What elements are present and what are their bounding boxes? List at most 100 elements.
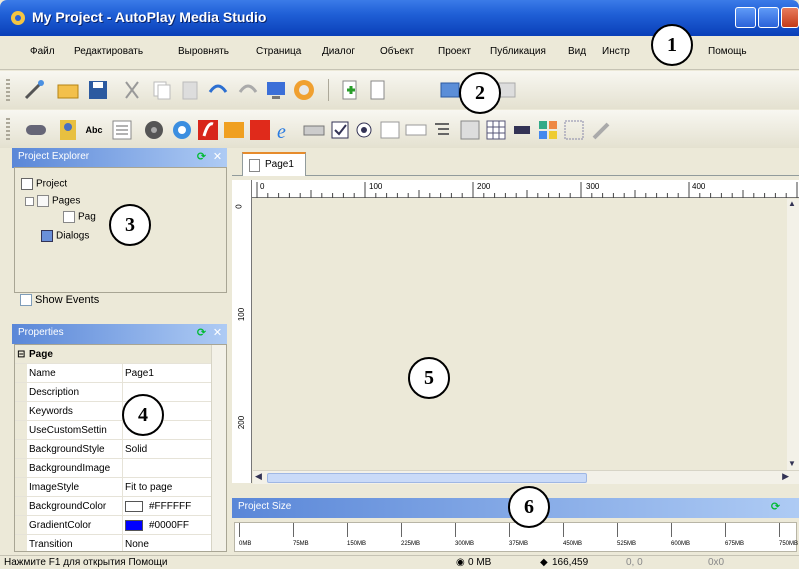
- property-row[interactable]: ImageStyle Fit to page: [15, 478, 211, 497]
- toolbar-grip[interactable]: [6, 118, 10, 140]
- page-icon: [249, 159, 260, 172]
- horizontal-scrollbar[interactable]: ◀ ▶: [253, 470, 799, 484]
- property-section[interactable]: ⊟ Page: [15, 345, 211, 364]
- scroll-down-icon[interactable]: ▼: [788, 459, 796, 468]
- menu-page[interactable]: Страница: [256, 46, 301, 57]
- paste-icon[interactable]: [178, 78, 202, 102]
- tree-item-dialogs[interactable]: Dialogs: [41, 230, 89, 242]
- pencil-icon[interactable]: [590, 118, 614, 142]
- redo-icon[interactable]: [236, 78, 260, 102]
- tree-item-pages[interactable]: Pages: [25, 195, 80, 207]
- pin-icon[interactable]: ⟳: [768, 500, 783, 515]
- checkbox-object-icon[interactable]: [328, 118, 352, 142]
- size-tick-label: 675MB: [725, 541, 745, 547]
- button-object-icon[interactable]: [24, 118, 48, 142]
- size-tick: [293, 523, 294, 537]
- maximize-button[interactable]: [758, 7, 779, 28]
- property-row[interactable]: Name Page1: [15, 364, 211, 383]
- slideshow-object-icon[interactable]: [222, 118, 246, 142]
- property-row[interactable]: BackgroundImage: [15, 459, 211, 478]
- svg-text:e: e: [277, 121, 286, 142]
- show-events-checkbox[interactable]: Show Events: [20, 294, 99, 307]
- menu-dialog[interactable]: Диалог: [322, 46, 355, 57]
- wand-icon[interactable]: [22, 78, 46, 102]
- property-row[interactable]: Description: [15, 383, 211, 402]
- open-folder-icon[interactable]: [56, 78, 80, 102]
- grid-object-icon[interactable]: [484, 118, 508, 142]
- size-tick-label: 0MB: [239, 541, 252, 547]
- toolbar-grip[interactable]: [6, 79, 10, 101]
- menu-help[interactable]: Помощь: [708, 46, 747, 57]
- size-tick-label: 450MB: [563, 541, 583, 547]
- quicktime-object-icon[interactable]: [170, 118, 194, 142]
- page-canvas[interactable]: [253, 199, 787, 470]
- menu-file[interactable]: Файл: [30, 46, 55, 57]
- close-icon[interactable]: ✕: [210, 150, 225, 165]
- paragraph-object-icon[interactable]: [110, 118, 134, 142]
- color-swatch[interactable]: [125, 520, 143, 531]
- collapse-icon[interactable]: ⊟: [17, 349, 25, 360]
- radio-object-icon[interactable]: [352, 118, 376, 142]
- properties-header: Properties ⟳ ✕: [12, 324, 227, 344]
- minimize-button[interactable]: [735, 7, 756, 28]
- menu-align[interactable]: Выровнять: [178, 46, 229, 57]
- scroll-thumb[interactable]: [267, 473, 587, 483]
- property-row[interactable]: Transition None: [15, 535, 211, 554]
- collapse-icon[interactable]: [25, 196, 34, 206]
- video-object-icon[interactable]: [142, 118, 166, 142]
- pdf-object-icon[interactable]: [248, 118, 272, 142]
- vertical-scrollbar[interactable]: ▲ ▼: [787, 199, 799, 470]
- preview-icon[interactable]: [264, 78, 288, 102]
- page-icon[interactable]: [366, 78, 390, 102]
- property-row[interactable]: Keywords: [15, 402, 211, 421]
- pin-icon[interactable]: ⟳: [194, 150, 209, 165]
- menu-object[interactable]: Объект: [380, 46, 414, 57]
- property-row[interactable]: BackgroundStyle Solid: [15, 440, 211, 459]
- menu-edit[interactable]: Редактировать: [74, 46, 143, 57]
- progress-object-icon[interactable]: [458, 118, 482, 142]
- close-icon[interactable]: ✕: [210, 326, 225, 341]
- size-tick-label: 150MB: [347, 541, 367, 547]
- checkbox-box[interactable]: [20, 294, 32, 307]
- property-row[interactable]: UseCustomSettin: [15, 421, 211, 440]
- save-icon[interactable]: [86, 78, 110, 102]
- flash-object-icon[interactable]: [196, 118, 220, 142]
- web-object-icon[interactable]: e: [274, 118, 298, 143]
- properties-scrollbar[interactable]: [211, 345, 226, 551]
- cut-icon[interactable]: [120, 78, 144, 102]
- listbox-object-icon[interactable]: [378, 118, 402, 142]
- size-tick-label: 225MB: [401, 541, 421, 547]
- size-tick-label: 525MB: [617, 541, 637, 547]
- tree-object-icon[interactable]: [430, 118, 454, 142]
- combobox-object-icon[interactable]: [404, 118, 428, 142]
- property-row[interactable]: GradientColor #0000FF: [15, 516, 211, 535]
- image-object-icon[interactable]: [56, 118, 80, 142]
- scroll-left-icon[interactable]: ◀: [255, 471, 262, 482]
- scroll-up-icon[interactable]: ▲: [788, 199, 796, 208]
- menu-tools[interactable]: Инстр: [602, 46, 630, 57]
- menu-view[interactable]: Вид: [568, 46, 586, 57]
- tree-item-page1[interactable]: Pag: [63, 211, 96, 223]
- new-page-icon[interactable]: [338, 78, 362, 102]
- undo-icon[interactable]: [206, 78, 230, 102]
- close-button[interactable]: [781, 7, 799, 28]
- size-icon: ◆: [540, 557, 548, 568]
- input-object-icon[interactable]: [302, 118, 326, 142]
- callout-6: 6: [508, 486, 550, 528]
- plugin-object-icon[interactable]: [536, 118, 560, 142]
- xbutton-object-icon[interactable]: [510, 118, 534, 142]
- property-row[interactable]: BackgroundColor #FFFFFF: [15, 497, 211, 516]
- publish-icon[interactable]: [292, 78, 316, 102]
- pin-icon[interactable]: ⟳: [194, 326, 209, 341]
- label-object-icon[interactable]: Abc: [82, 118, 106, 142]
- scroll-right-icon[interactable]: ▶: [782, 471, 789, 482]
- menu-project[interactable]: Проект: [438, 46, 471, 57]
- tab-page1[interactable]: Page1: [242, 152, 306, 176]
- size-tick-label: 600MB: [671, 541, 691, 547]
- hotspot-object-icon[interactable]: [562, 118, 586, 142]
- disk-icon: ◉: [456, 557, 465, 568]
- copy-icon[interactable]: [150, 78, 174, 102]
- color-swatch[interactable]: [125, 501, 143, 512]
- menu-publish[interactable]: Публикация: [490, 46, 546, 57]
- tree-item-project[interactable]: Project: [21, 178, 67, 190]
